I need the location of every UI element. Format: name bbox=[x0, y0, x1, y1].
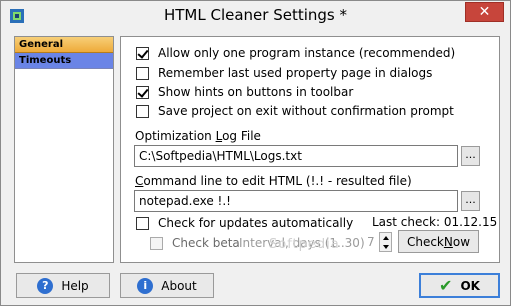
option-check-updates[interactable]: Check for updates automatically bbox=[136, 214, 353, 232]
option-check-beta: Check beta bbox=[150, 234, 240, 252]
about-button[interactable]: i About bbox=[120, 273, 214, 298]
ok-button[interactable]: ✔ OK bbox=[419, 273, 500, 298]
title-bar: HTML Cleaner Settings * ✕ bbox=[1, 1, 510, 31]
last-check-value: 01.12.15 bbox=[443, 215, 498, 229]
option-label: Check beta bbox=[172, 236, 240, 250]
option-label: Save project on exit without confirmatio… bbox=[158, 104, 454, 118]
option-save-project[interactable]: Save project on exit without confirmatio… bbox=[136, 102, 454, 120]
info-icon: i bbox=[137, 277, 154, 294]
checkbox-check-beta bbox=[150, 236, 163, 250]
log-file-input[interactable]: C:\Softpedia\HTML\Logs.txt bbox=[134, 145, 458, 167]
checkbox-remember-page[interactable] bbox=[136, 66, 149, 80]
browse-log-button[interactable]: ... bbox=[461, 146, 480, 166]
option-remember-page[interactable]: Remember last used property page in dial… bbox=[136, 64, 432, 82]
tab-general[interactable]: General bbox=[15, 37, 113, 53]
settings-window: HTML Cleaner Settings * ✕ General Timeou… bbox=[0, 0, 511, 306]
checkbox-save-project[interactable] bbox=[136, 104, 149, 118]
window-title: HTML Cleaner Settings * bbox=[163, 6, 348, 24]
checkmark-icon: ✔ bbox=[439, 276, 453, 295]
checkbox-check-updates[interactable] bbox=[136, 216, 149, 230]
last-check: Last check: 01.12.15 bbox=[372, 215, 498, 229]
browse-command-button[interactable]: ... bbox=[461, 191, 480, 211]
page-tabs: General Timeouts bbox=[14, 36, 114, 263]
option-label: Remember last used property page in dial… bbox=[158, 66, 433, 80]
command-line-label: Command line to edit HTML (!.! - resulte… bbox=[135, 174, 412, 188]
option-label: Show hints on buttons in toolbar bbox=[158, 85, 354, 99]
close-button[interactable]: ✕ bbox=[465, 2, 504, 22]
interval-spinner bbox=[379, 232, 392, 252]
option-label: Check for updates automatically bbox=[158, 216, 354, 230]
softpedia-watermark: Softpedia bbox=[269, 237, 340, 252]
checkbox-show-hints[interactable] bbox=[136, 85, 149, 99]
checkbox-single-instance[interactable] bbox=[136, 46, 149, 60]
option-show-hints[interactable]: Show hints on buttons in toolbar bbox=[136, 83, 353, 101]
command-line-input[interactable]: notepad.exe !.! bbox=[134, 190, 458, 212]
option-single-instance[interactable]: Allow only one program instance (recomme… bbox=[136, 44, 455, 62]
option-label: Allow only one program instance (recomme… bbox=[158, 46, 456, 60]
tab-timeouts[interactable]: Timeouts bbox=[15, 53, 113, 69]
log-file-label: Optimization Log File bbox=[135, 129, 261, 143]
interval-value: 7 bbox=[367, 235, 375, 249]
close-icon: ✕ bbox=[478, 4, 491, 20]
help-button[interactable]: ? Help bbox=[16, 273, 110, 298]
check-now-button[interactable]: Check Now bbox=[398, 230, 479, 253]
help-icon: ? bbox=[37, 277, 54, 294]
